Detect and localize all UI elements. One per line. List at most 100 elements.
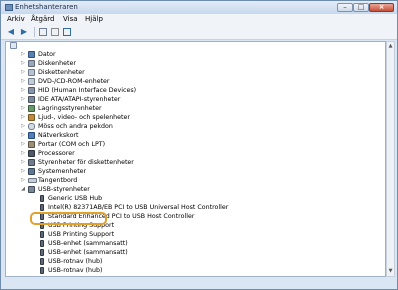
- device-manager-icon: [5, 4, 13, 11]
- tree-item-tangentbord[interactable]: ▷ Tangentbord: [6, 176, 386, 185]
- expand-arrow-icon[interactable]: ▷: [20, 150, 26, 157]
- computer-icon: [10, 42, 17, 49]
- tree-root[interactable]: [6, 41, 386, 50]
- maximize-button[interactable]: □: [353, 3, 369, 12]
- status-bar: [1, 279, 397, 289]
- menu-bar: Arkiv Åtgärd Visa Hjälp: [1, 14, 397, 25]
- hid-icon: [28, 87, 35, 94]
- usb-device-item[interactable]: USB-rotnav (hub): [6, 266, 386, 275]
- update-icon[interactable]: [63, 28, 71, 36]
- expand-arrow-icon[interactable]: ▷: [20, 123, 26, 130]
- usb-device-item[interactable]: USB Printing Support: [6, 230, 386, 239]
- tree-item-label: Lagringsstyrenheter: [38, 105, 102, 112]
- tree-item-systemenheter[interactable]: ▷ Systemenheter: [6, 167, 386, 176]
- device-tree: ▷ Dator ▷ Diskenheter ▷ Diskettenheter ▷…: [5, 41, 386, 277]
- usb-plug-icon: [40, 267, 44, 274]
- processor-icon: [28, 150, 35, 157]
- device-manager-window: Enhetshanteraren – □ × Arkiv Åtgärd Visa…: [0, 0, 398, 290]
- expand-arrow-icon[interactable]: ▷: [20, 51, 26, 58]
- scroll-up-icon[interactable]: ▲: [387, 42, 394, 51]
- expand-arrow-icon[interactable]: ▷: [20, 60, 26, 67]
- tree-item-label: Nätverkskort: [38, 132, 79, 139]
- expand-arrow-icon[interactable]: ▷: [20, 141, 26, 148]
- tree-item-label: USB-enhet (sammansatt): [48, 249, 128, 256]
- floppy-controller-icon: [28, 159, 35, 166]
- storage-controller-icon: [28, 105, 35, 112]
- expand-arrow-icon[interactable]: ▷: [20, 177, 26, 184]
- usb-device-item[interactable]: Generic USB Hub: [6, 194, 386, 203]
- tree-item-label: USB Printing Support: [48, 231, 115, 238]
- audio-icon: [28, 114, 35, 121]
- menu-atgard[interactable]: Åtgärd: [31, 15, 54, 23]
- expand-arrow-icon[interactable]: ▷: [20, 159, 26, 166]
- expand-arrow-icon[interactable]: ▷: [20, 96, 26, 103]
- system-device-icon: [28, 168, 35, 175]
- tree-item-label: USB-rotnav (hub): [48, 258, 103, 265]
- expand-arrow-icon[interactable]: ▷: [20, 87, 26, 94]
- toolbar: ◀ ▶: [1, 25, 397, 40]
- tree-item-label: Diskenheter: [38, 60, 76, 67]
- tree-item-label: HID (Human Interface Devices): [38, 87, 137, 94]
- expand-arrow-icon[interactable]: ▷: [20, 78, 26, 85]
- tree-item-label: Generic USB Hub: [48, 195, 103, 202]
- tree-item-dator[interactable]: ▷ Dator: [6, 50, 386, 59]
- scroll-down-icon[interactable]: ▼: [387, 267, 394, 276]
- tree-item-label: Tangentbord: [38, 177, 78, 184]
- tree-item-label: Processorer: [38, 150, 75, 157]
- tree-item-diskettstyrenheter[interactable]: ▷ Styrenheter för diskettenheter: [6, 158, 386, 167]
- usb-device-item[interactable]: USB-rotnav (hub): [6, 257, 386, 266]
- tree-item-label: Diskettenheter: [38, 69, 85, 76]
- tree-item-label: Intel(R) 82371AB/EB PCI to USB Universal…: [48, 204, 229, 211]
- usb-printing-support-highlight: [30, 212, 107, 225]
- expand-arrow-icon[interactable]: ▷: [20, 168, 26, 175]
- expand-arrow-icon[interactable]: ▷: [20, 132, 26, 139]
- tree-item-diskettenheter[interactable]: ▷ Diskettenheter: [6, 68, 386, 77]
- menu-hjalp[interactable]: Hjälp: [85, 15, 103, 23]
- tree-item-usb-styrenheter[interactable]: ◢ USB-styrenheter: [6, 185, 386, 194]
- usb-device-item[interactable]: USB-enhet (sammansatt): [6, 239, 386, 248]
- tree-item-label: USB-rotnav (hub): [48, 267, 103, 274]
- usb-plug-icon: [40, 240, 44, 247]
- tree-item-label: Dator: [38, 51, 56, 58]
- tree-item-label: Ljud-, video- och spelenheter: [38, 114, 130, 121]
- disk-drive-icon: [28, 60, 35, 67]
- back-icon[interactable]: ◀: [6, 27, 16, 37]
- vertical-scrollbar[interactable]: ▲ ▼: [386, 41, 395, 277]
- tree-item-moss[interactable]: ▷ Möss och andra pekdon: [6, 122, 386, 131]
- port-icon: [28, 141, 35, 148]
- controller-icon: [28, 96, 35, 103]
- tree-item-lagring[interactable]: ▷ Lagringsstyrenheter: [6, 104, 386, 113]
- tree-item-ide-ata[interactable]: ▷ IDE ATA/ATAPI-styrenheter: [6, 95, 386, 104]
- usb-plug-icon: [40, 258, 44, 265]
- tree-item-ljud-video[interactable]: ▷ Ljud-, video- och spelenheter: [6, 113, 386, 122]
- usb-plug-icon: [40, 249, 44, 256]
- tree-item-processorer[interactable]: ▷ Processorer: [6, 149, 386, 158]
- tree-item-label: USB-enhet (sammansatt): [48, 240, 128, 247]
- mouse-icon: [28, 123, 35, 130]
- window-title: Enhetshanteraren: [15, 3, 78, 11]
- properties-icon[interactable]: [39, 28, 47, 36]
- tree-item-diskenheter[interactable]: ▷ Diskenheter: [6, 59, 386, 68]
- collapse-arrow-icon[interactable]: ◢: [20, 186, 26, 193]
- menu-arkiv[interactable]: Arkiv: [7, 15, 25, 23]
- usb-plug-icon: [40, 204, 44, 211]
- usb-icon: [28, 186, 35, 193]
- tree-item-natverkskort[interactable]: ▷ Nätverkskort: [6, 131, 386, 140]
- minimize-button[interactable]: –: [337, 3, 353, 12]
- close-button[interactable]: ×: [369, 3, 394, 12]
- menu-visa[interactable]: Visa: [63, 15, 78, 23]
- tree-item-hid[interactable]: ▷ HID (Human Interface Devices): [6, 86, 386, 95]
- network-adapter-icon: [28, 132, 35, 139]
- expand-arrow-icon[interactable]: ▷: [20, 105, 26, 112]
- forward-icon[interactable]: ▶: [19, 27, 29, 37]
- scan-icon[interactable]: [51, 28, 59, 36]
- usb-device-item[interactable]: Intel(R) 82371AB/EB PCI to USB Universal…: [6, 203, 386, 212]
- tree-item-dvd-cd-rom[interactable]: ▷ DVD-/CD-ROM-enheter: [6, 77, 386, 86]
- usb-device-item[interactable]: USB-enhet (sammansatt): [6, 248, 386, 257]
- tree-item-label: IDE ATA/ATAPI-styrenheter: [38, 96, 121, 103]
- expand-arrow-icon[interactable]: ▷: [20, 114, 26, 121]
- tree-item-label: DVD-/CD-ROM-enheter: [38, 78, 110, 85]
- usb-plug-icon: [40, 195, 44, 202]
- expand-arrow-icon[interactable]: ▷: [20, 69, 26, 76]
- tree-item-portar[interactable]: ▷ Portar (COM och LPT): [6, 140, 386, 149]
